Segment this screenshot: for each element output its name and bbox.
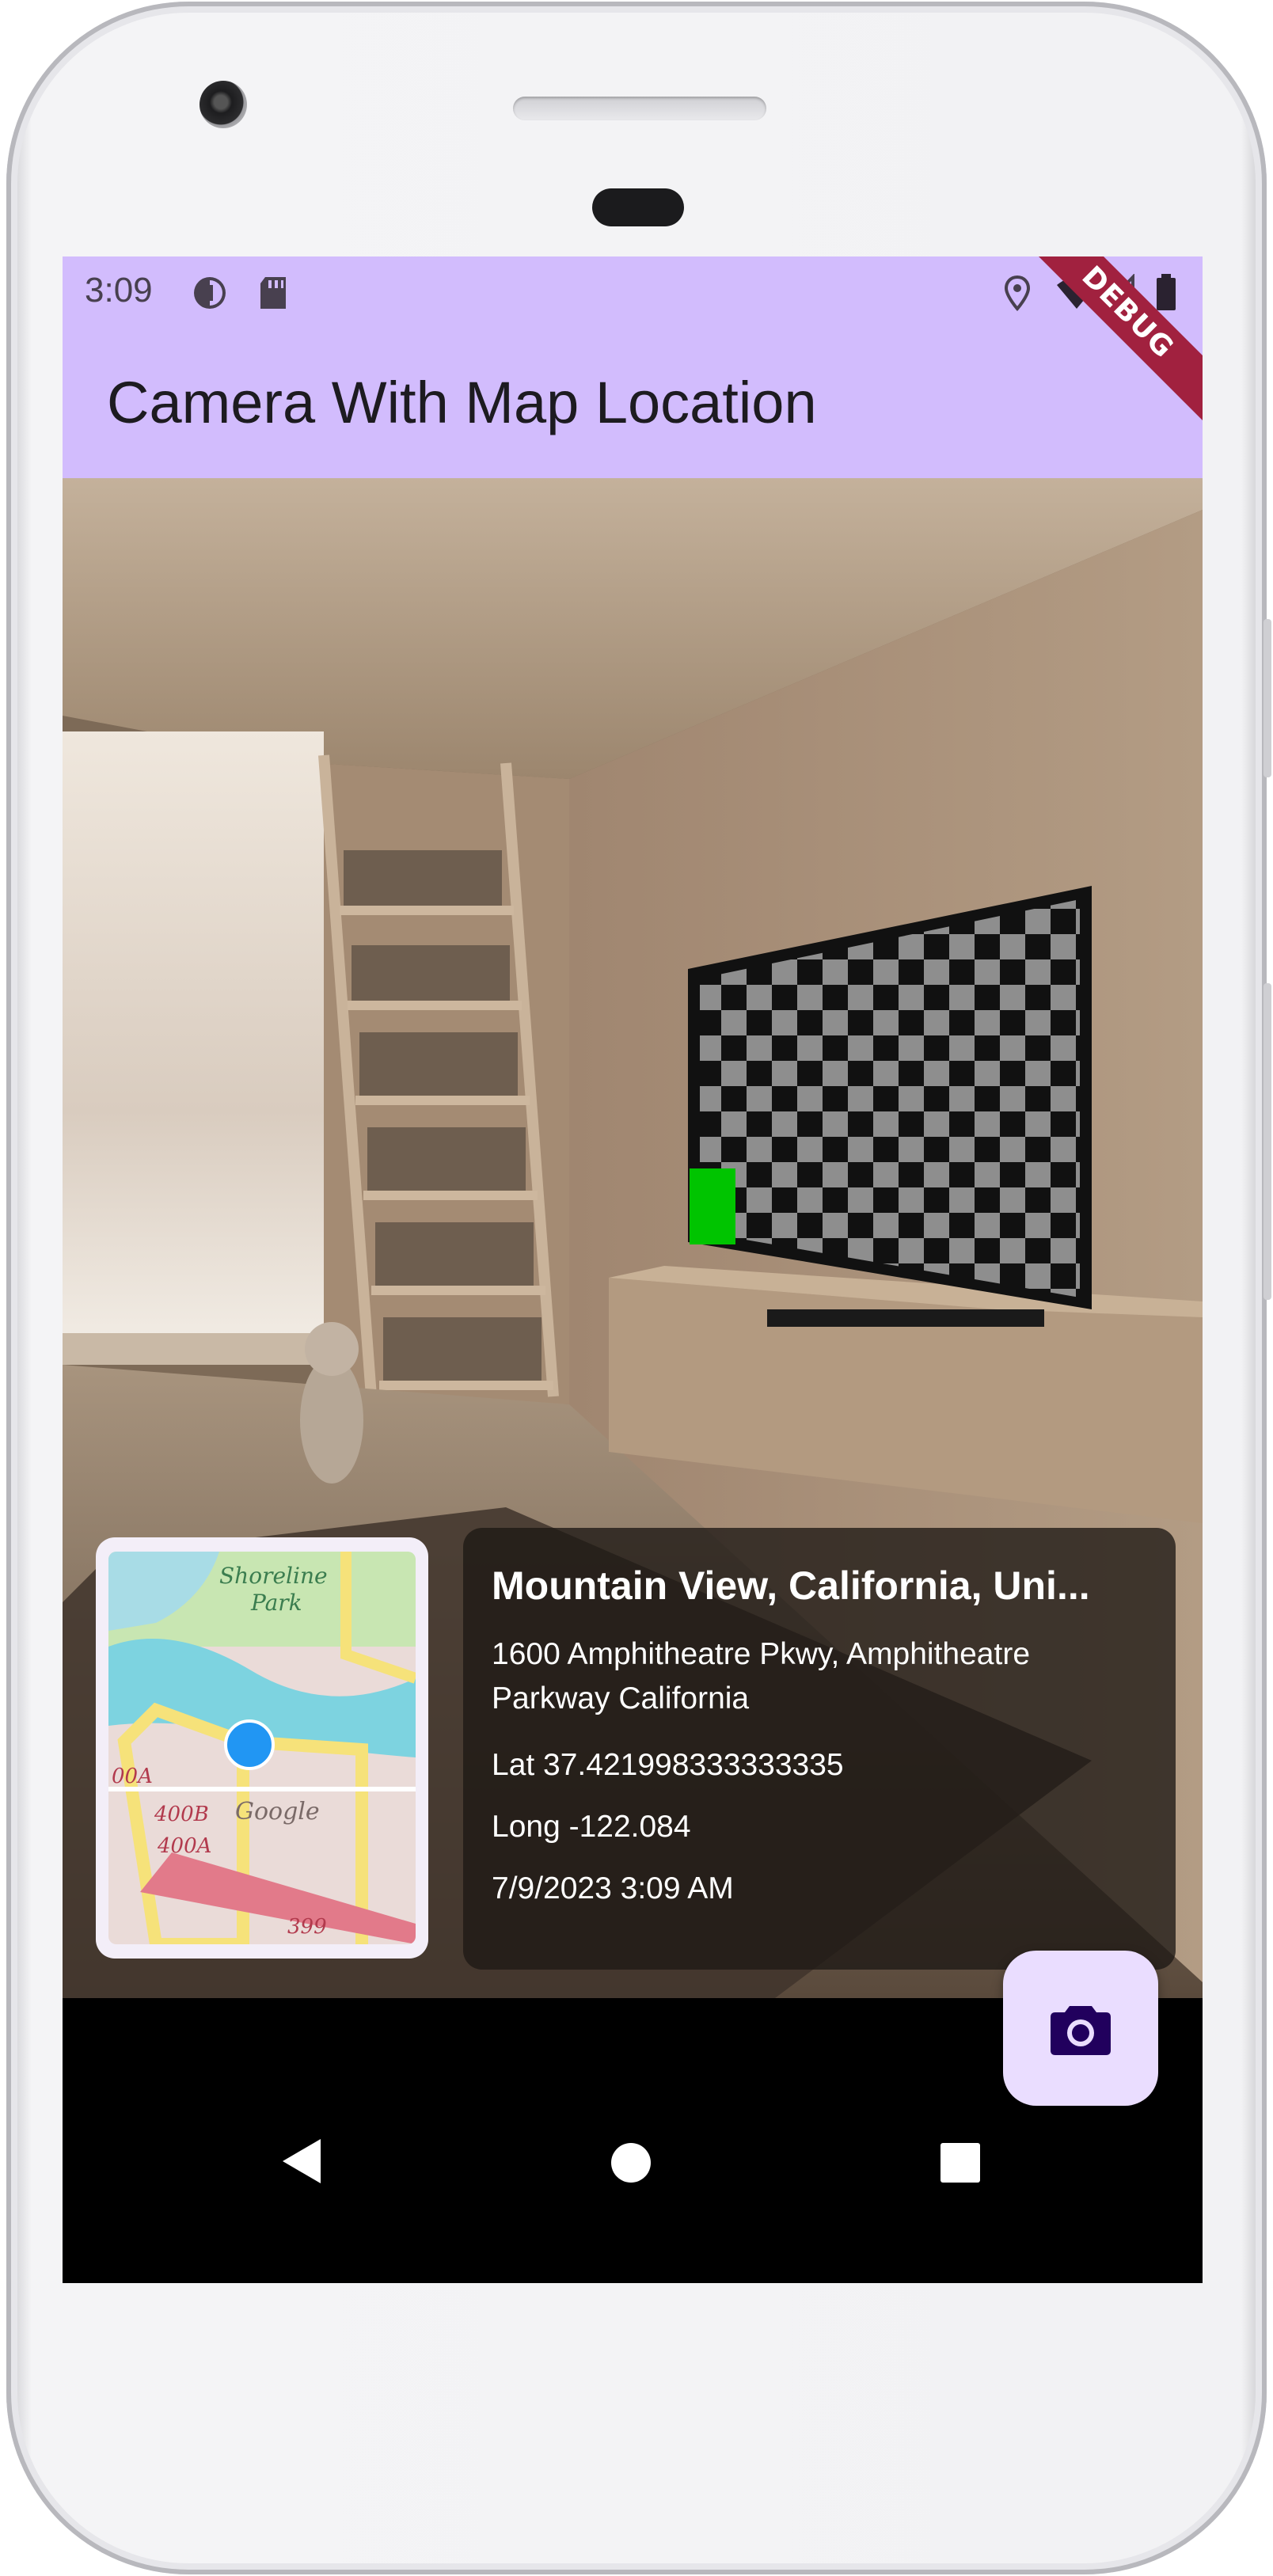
location-icon	[1001, 274, 1033, 316]
camera-preview: Shoreline Park Google 00A 400B 400A 399 …	[63, 478, 1203, 1998]
sd-card-icon	[256, 274, 291, 316]
recents-icon[interactable]	[940, 2142, 981, 2187]
map-label-google: Google	[235, 1798, 320, 1826]
volume-button	[1264, 619, 1271, 777]
status-time: 3:09	[85, 271, 153, 310]
map-label-400b: 400B	[154, 1803, 209, 1826]
map-label-park: Park	[250, 1590, 302, 1616]
front-camera	[200, 81, 247, 128]
page-title: Camera With Map Location	[107, 370, 817, 435]
earpiece-speaker	[513, 97, 766, 120]
camera-icon	[1049, 2000, 1112, 2061]
map-label-399: 399	[287, 1915, 327, 1939]
place-name: Mountain View, California, Uni...	[492, 1563, 1090, 1608]
longitude-text: Long -122.084	[492, 1810, 691, 1844]
home-icon[interactable]	[610, 2142, 652, 2187]
data-saver-icon	[191, 274, 229, 316]
map-label-shoreline: Shoreline	[219, 1563, 328, 1589]
map-thumbnail[interactable]: Shoreline Park Google 00A 400B 400A 399	[96, 1537, 428, 1959]
map-label-400a: 400A	[157, 1834, 211, 1858]
address-text: 1600 Amphitheatre Pkwy, Amphitheatre Par…	[492, 1637, 1031, 1715]
proximity-sensor	[592, 188, 684, 226]
camera-button[interactable]	[1003, 1951, 1158, 2106]
device-screen: 3:09 Camera With Map Location DEBUG Shor…	[63, 256, 1203, 2283]
map-label-00a: 00A	[112, 1765, 153, 1788]
back-icon[interactable]	[279, 2137, 324, 2189]
status-bar: 3:09	[63, 256, 1203, 323]
latitude-text: Lat 37.421998333333335	[492, 1748, 844, 1782]
power-button	[1264, 983, 1271, 1300]
app-bar: Camera With Map Location	[63, 323, 1203, 478]
timestamp-text: 7/9/2023 3:09 AM	[492, 1871, 734, 1905]
location-info-card: Mountain View, California, Uni... 1600 A…	[463, 1528, 1176, 1970]
map-image: Shoreline Park Google 00A 400B 400A 399	[108, 1552, 416, 1944]
battery-icon	[1155, 274, 1177, 316]
